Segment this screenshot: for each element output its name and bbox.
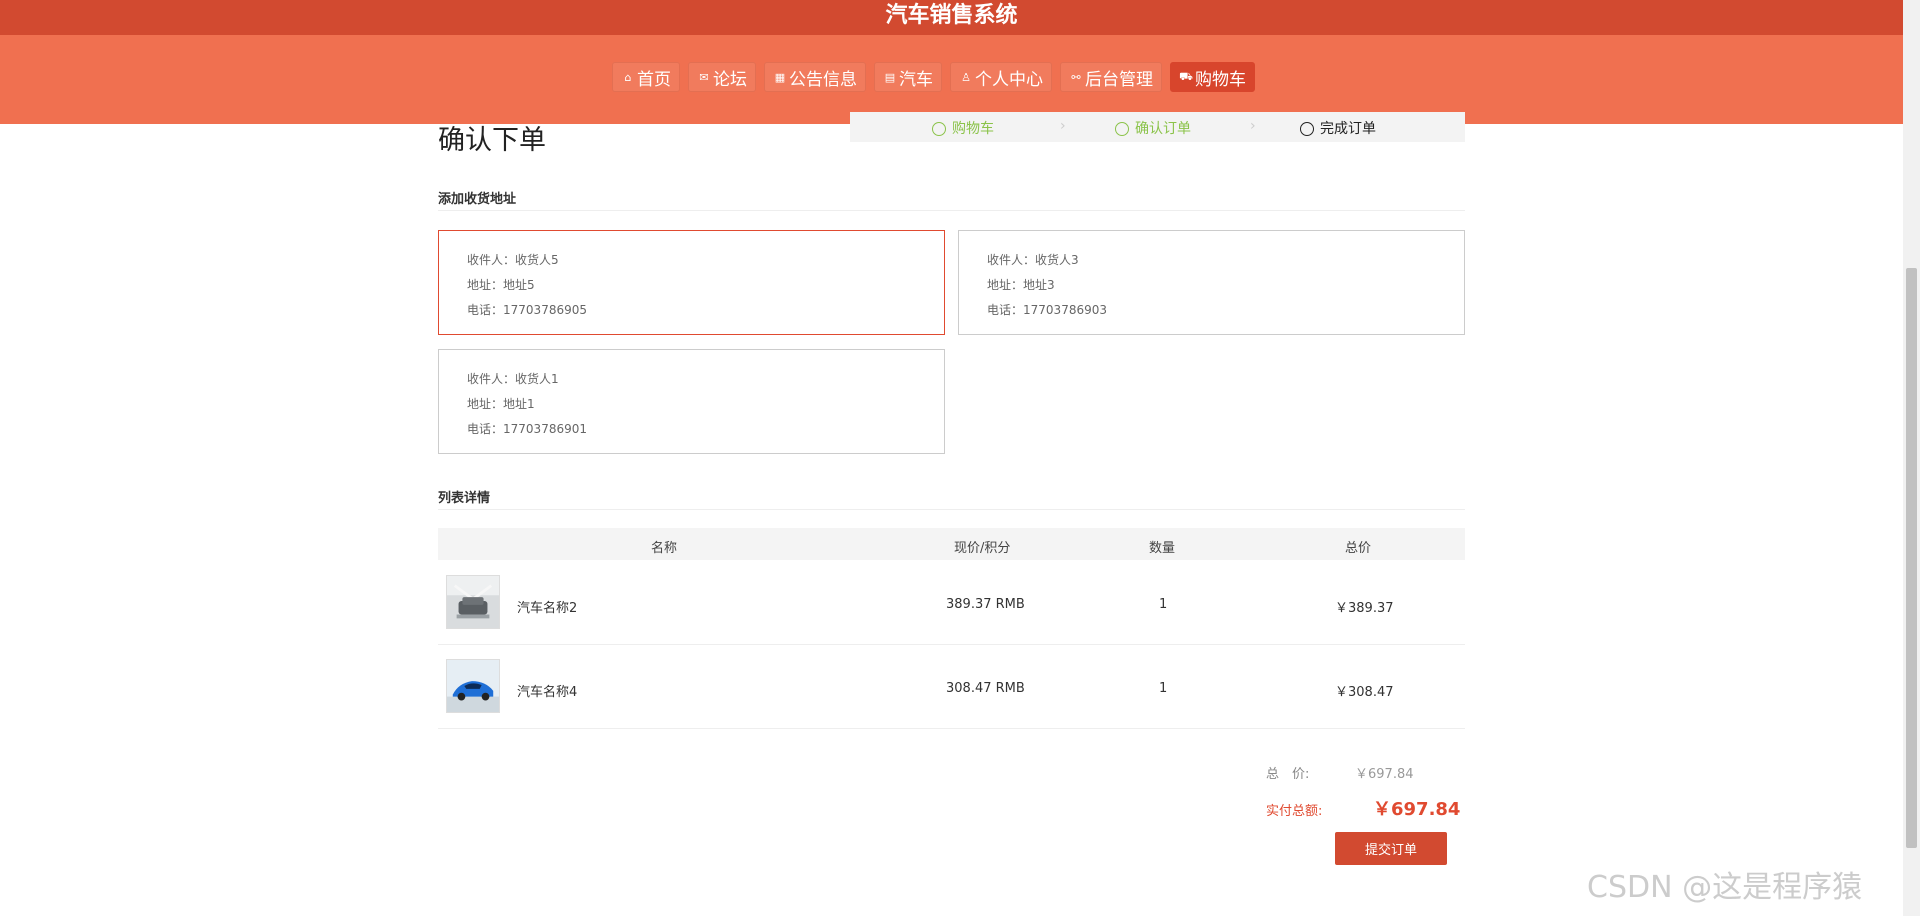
nav-home-label: 首页	[637, 69, 671, 90]
product-price: 389.37 RMB	[946, 597, 1025, 612]
link-icon: ⚯	[1071, 70, 1081, 84]
step-confirm-label: 确认订单	[1135, 121, 1191, 137]
address-receiver: 收件人：收货人1	[467, 372, 559, 386]
nav-home[interactable]: ⌂ 首页	[612, 62, 680, 92]
table-row: 汽车名称2 389.37 RMB 1 ￥389.37	[438, 561, 1465, 645]
step-complete-label: 完成订单	[1320, 121, 1376, 137]
address-phone: 电话：17703786905	[467, 303, 587, 317]
table-row: 汽车名称4 308.47 RMB 1 ￥308.47	[438, 645, 1465, 729]
step-cart-label: 购物车	[952, 121, 994, 137]
address-receiver: 收件人：收货人3	[987, 253, 1079, 267]
nav-notice[interactable]: ▦ 公告信息	[764, 62, 866, 92]
nav-profile-label: 个人中心	[975, 69, 1043, 90]
notice-icon: ▦	[774, 70, 786, 84]
nav-car-label: 汽车	[899, 69, 933, 90]
address-card[interactable]: 收件人：收货人5 地址：地址5 电话：17703786905	[438, 230, 945, 335]
step-cart: 购物车	[932, 118, 994, 138]
divider	[438, 210, 1465, 211]
total-price-label: 总 价:	[1266, 767, 1310, 782]
car-thumbnail	[446, 575, 500, 629]
address-card[interactable]: 收件人：收货人1 地址：地址1 电话：17703786901	[438, 349, 945, 454]
list-section-title: 列表详情	[438, 491, 491, 506]
nav-menu: ⌂ 首页 ✉ 论坛 ▦ 公告信息 ▤ 汽车 ♙ 个人中心 ⚯ 后台管理 ⛟ 购物…	[612, 62, 1255, 92]
address-phone: 电话：17703786903	[987, 303, 1107, 317]
product-qty: 1	[1159, 597, 1168, 612]
chevron-right-icon: ›	[1250, 118, 1256, 134]
address-detail: 地址：地址3	[987, 278, 1055, 292]
product-name: 汽车名称2	[517, 601, 578, 616]
nav-forum[interactable]: ✉ 论坛	[688, 62, 756, 92]
address-detail: 地址：地址5	[467, 278, 535, 292]
column-name: 名称	[651, 541, 678, 556]
order-steps: 购物车 › 确认订单 › 完成订单	[850, 112, 1465, 142]
product-total: ￥389.37	[1335, 601, 1394, 616]
submit-order-button[interactable]: 提交订单	[1335, 832, 1447, 865]
check-circle-icon	[932, 122, 946, 136]
address-phone: 电话：17703786901	[467, 422, 587, 436]
mail-icon: ✉	[699, 70, 709, 84]
car-thumbnail	[446, 659, 500, 713]
home-icon: ⌂	[624, 70, 632, 84]
watermark: CSDN @这是程序猿	[1587, 870, 1863, 905]
app-title: 汽车销售系统	[0, 0, 1903, 35]
pay-total-value: ￥697.84	[1373, 799, 1461, 820]
product-total: ￥308.47	[1335, 685, 1394, 700]
circle-icon	[1300, 122, 1314, 136]
column-total: 总价	[1345, 541, 1372, 556]
scrollbar-thumb[interactable]	[1906, 268, 1917, 848]
nav-profile[interactable]: ♙ 个人中心	[950, 62, 1052, 92]
nav-admin[interactable]: ⚯ 后台管理	[1060, 62, 1162, 92]
divider	[438, 509, 1465, 510]
product-qty: 1	[1159, 681, 1168, 696]
step-confirm: 确认订单	[1115, 118, 1191, 138]
pay-total-label: 实付总额:	[1266, 804, 1323, 819]
nav-car[interactable]: ▤ 汽车	[874, 62, 942, 92]
page-title: 确认下单	[438, 125, 546, 156]
product-price: 308.47 RMB	[946, 681, 1025, 696]
step-complete: 完成订单	[1300, 118, 1376, 138]
nav-forum-label: 论坛	[713, 69, 747, 90]
total-price-value: ￥697.84	[1355, 767, 1414, 782]
address-receiver: 收件人：收货人5	[467, 253, 559, 267]
nav-cart[interactable]: ⛟ 购物车	[1170, 62, 1255, 92]
nav-cart-label: 购物车	[1195, 69, 1246, 90]
nav-notice-label: 公告信息	[789, 69, 857, 90]
cart-icon: ⛟	[1179, 69, 1193, 83]
check-circle-icon	[1115, 122, 1129, 136]
column-price: 现价/积分	[954, 541, 1011, 556]
chevron-right-icon: ›	[1060, 118, 1066, 134]
user-icon: ♙	[961, 70, 971, 84]
nav-admin-label: 后台管理	[1085, 69, 1153, 90]
address-card[interactable]: 收件人：收货人3 地址：地址3 电话：17703786903	[958, 230, 1465, 335]
table-header: 名称 现价/积分 数量 总价	[438, 528, 1465, 560]
product-name: 汽车名称4	[517, 685, 578, 700]
column-qty: 数量	[1149, 541, 1176, 556]
document-icon: ▤	[884, 70, 896, 84]
main-navbar: ⌂ 首页 ✉ 论坛 ▦ 公告信息 ▤ 汽车 ♙ 个人中心 ⚯ 后台管理 ⛟ 购物…	[0, 35, 1903, 124]
address-section-title: 添加收货地址	[438, 192, 517, 207]
address-detail: 地址：地址1	[467, 397, 535, 411]
